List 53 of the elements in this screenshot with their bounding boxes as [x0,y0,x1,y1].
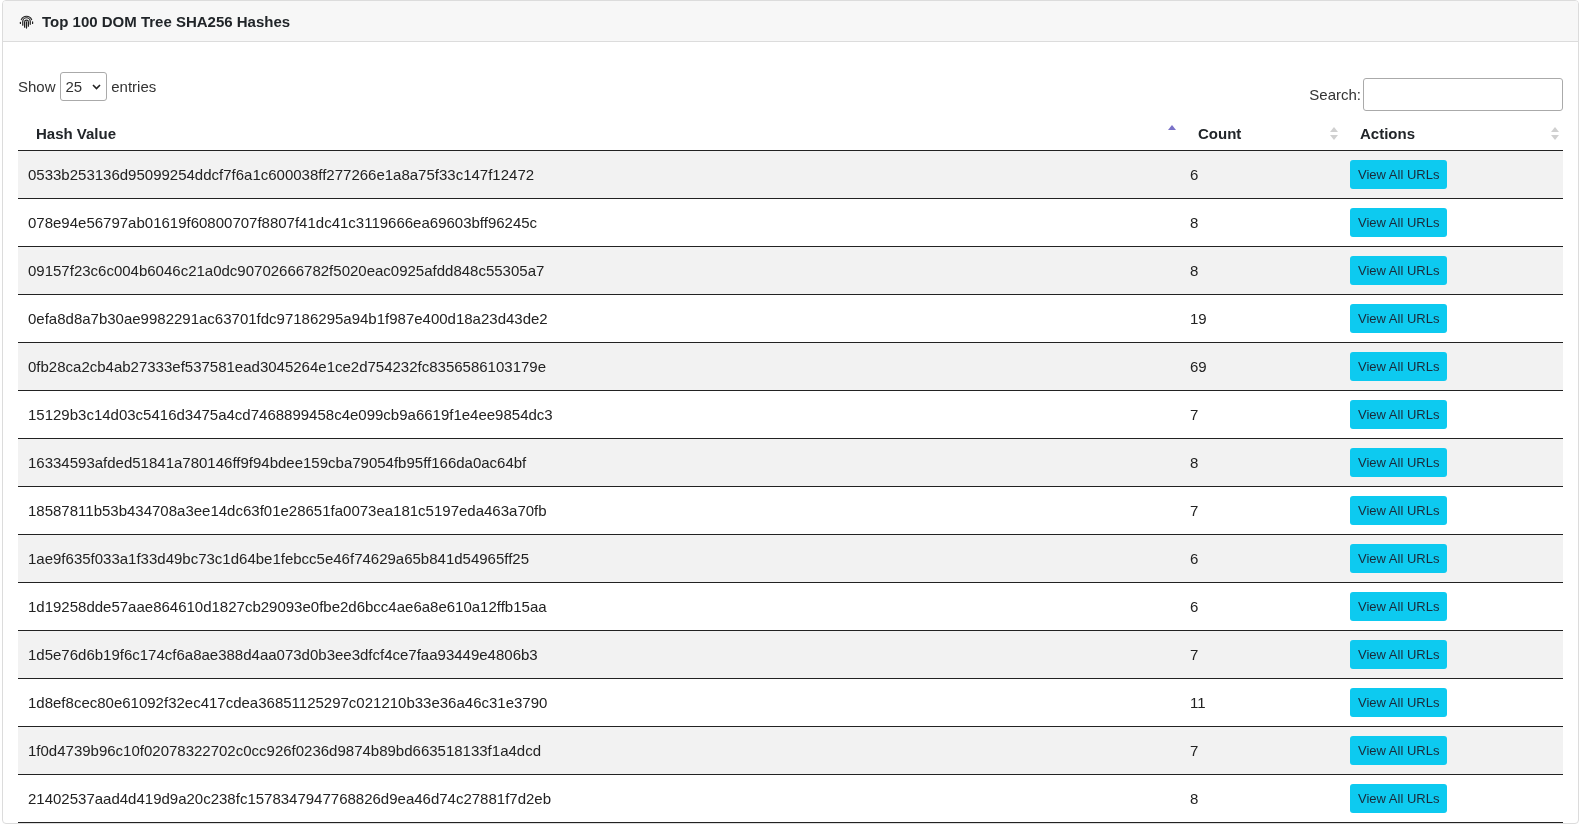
count-cell: 6 [1180,150,1342,199]
view-all-urls-button[interactable]: View All URLs [1350,640,1448,669]
entries-dropdown[interactable]: 25 [59,72,108,101]
view-all-urls-button[interactable]: View All URLs [1350,208,1448,237]
count-cell: 7 [1180,486,1342,535]
view-all-urls-button[interactable]: View All URLs [1350,304,1448,333]
show-label: Show [18,78,56,95]
column-header[interactable]: Actions [1342,117,1563,151]
count-cell: 8 [1180,774,1342,823]
view-all-urls-button[interactable]: View All URLs [1350,544,1448,573]
hash-cell: 18587811b53b434708a3ee14dc63f01e28651fa0073ea181c5197eda463a70fb [18,486,1180,535]
hash-cell: 078e94e56797ab01619f60800707f8807f41dc41c3119666ea69603bff96245c [18,198,1180,247]
hash-cell: 16334593afded51841a780146ff9f94bdee159cba79054fb95ff166da0ac64bf [18,438,1180,487]
view-all-urls-button[interactable]: View All URLs [1350,496,1448,525]
hash-cell: 21402537aad4d419d9a20c238fc1578347947768826d9ea46d74c27881f7d2eb [18,774,1180,823]
count-cell: 6 [1180,534,1342,583]
column-header[interactable]: Count [1180,117,1342,151]
view-all-urls-button[interactable]: View All URLs [1350,784,1448,813]
count-cell: 19 [1180,294,1342,343]
card-title: Top 100 DOM Tree SHA256 Hashes [42,12,291,30]
view-all-urls-button[interactable]: View All URLs [1350,352,1448,381]
count-cell: 11 [1180,678,1342,727]
column-header[interactable]: Hash Value [18,117,1180,151]
hash-cell: 1f0d4739b96c10f02078322702c0cc926f0236d9874b89bd663518133f1a4dcd [18,726,1180,775]
view-all-urls-button[interactable]: View All URLs [1350,400,1448,429]
count-cell: 7 [1180,726,1342,775]
hash-cell: 1d5e76d6b19f6c174cf6a8ae388d4aa073d0b3ee3dfcf4ce7faa93449e4806b3 [18,630,1180,679]
hash-cell: 0fb28ca2cb4ab27333ef537581ead3045264e1ce2d754232fc8356586103179e [18,342,1180,391]
search-label: Search: [1309,86,1361,103]
hash-cell: 1d19258dde57aae864610d1827cb29093e0fbe2d6bcc4ae6a8e610a12ffb15aa [18,582,1180,631]
entries-label: entries [111,78,157,95]
view-all-urls-button[interactable]: View All URLs [1350,592,1448,621]
count-cell: 6 [1180,582,1342,631]
hash-cell: 0533b253136d95099254ddcf7f6a1c600038ff277266e1a8a75f33c147f12472 [18,150,1180,199]
hash-cell: 09157f23c6c004b6046c21a0dc90702666782f5020eac0925afdd848c55305a7 [18,246,1180,295]
count-cell: 8 [1180,438,1342,487]
hash-cell: 1ae9f635f033a1f33d49bc73c1d64be1febcc5e46f74629a65b841d54965ff25 [18,534,1180,583]
hash-cell: 1d8ef8cec80e61092f32ec417cdea36851125297c021210b33e36a46c31e3790 [18,678,1180,727]
view-all-urls-button[interactable]: View All URLs [1350,448,1448,477]
view-all-urls-button[interactable]: View All URLs [1350,688,1448,717]
count-cell: 7 [1180,390,1342,439]
hash-cell: 15129b3c14d03c5416d3475a4cd7468899458c4e099cb9a6619f1e4ee9854dc3 [18,390,1180,439]
view-all-urls-button[interactable]: View All URLs [1350,736,1448,765]
count-cell: 8 [1180,246,1342,295]
view-all-urls-button[interactable]: View All URLs [1350,256,1448,285]
count-cell: 69 [1180,342,1342,391]
count-cell: 8 [1180,198,1342,247]
count-cell: 7 [1180,630,1342,679]
fingerprint-icon [19,13,34,29]
hash-cell: 0efa8d8a7b30ae9982291ac63701fdc97186295a94b1f987e400d18a23d43de2 [18,294,1180,343]
chevron-down-icon [92,83,102,90]
search-field[interactable] [1363,78,1563,111]
view-all-urls-button[interactable]: View All URLs [1350,160,1448,189]
